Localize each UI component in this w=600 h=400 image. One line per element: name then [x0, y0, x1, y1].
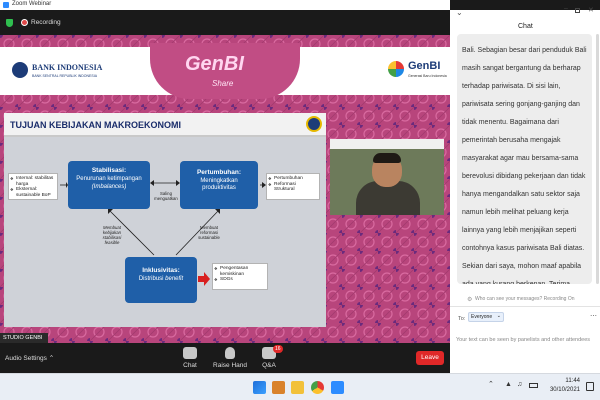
recording-label: Recording — [31, 19, 61, 26]
tray-chevron-icon[interactable]: ⌃ — [488, 380, 494, 388]
arrow-left-list-head — [66, 182, 68, 188]
meeting-controls: Audio Settings ⌃ Chat Raise Hand Q&A 16 … — [0, 343, 450, 373]
chat-title: Chat — [518, 23, 533, 30]
genbi-share-title: GenBI — [185, 53, 244, 75]
chevron-up-icon[interactable]: ⌃ — [49, 355, 54, 362]
arrow-saling-head-right — [176, 180, 180, 186]
clock-date[interactable]: 30/10/2021 — [542, 387, 580, 393]
zoom-app-icon — [3, 2, 9, 8]
recipient-value: Everyone — [471, 314, 493, 320]
windows-start-icon[interactable] — [253, 381, 266, 394]
chat-label: Chat — [183, 362, 197, 369]
raise-hand-button[interactable]: Raise Hand — [210, 347, 250, 369]
recipient-select[interactable]: Everyone ⌄ — [468, 312, 504, 322]
genbi-share-subtitle: Share — [212, 79, 234, 88]
chat-input-placeholder: Your text can be seen by panelists and o… — [456, 337, 591, 343]
bank-indonesia-name: BANK INDONESIA — [32, 63, 103, 72]
to-label: To: — [458, 316, 466, 322]
genbi-logo-subtitle: Generasi Baru Indonesia — [408, 74, 447, 78]
red-arrow — [198, 272, 210, 286]
recording-icon — [21, 19, 28, 26]
audio-settings-button[interactable]: Audio Settings ⌃ — [5, 354, 54, 362]
genbi-logo-text: GenBI — [408, 60, 441, 72]
taskbar: ⌃ ▲ ♫ 11:44 30/10/2021 — [0, 373, 600, 400]
arrow-right-list-head — [262, 182, 266, 188]
meeting-topbar: Recording — [0, 10, 450, 35]
close-icon[interactable]: ✕ — [588, 6, 594, 14]
chat-divider — [450, 306, 600, 307]
wifi-icon[interactable]: ▲ — [505, 381, 512, 388]
window-titlebar: Zoom Webinar — [0, 0, 450, 10]
privacy-info-icon: ⚙ — [467, 297, 473, 303]
chat-input[interactable]: Your text can be seen by panelists and o… — [456, 328, 594, 368]
shield-icon[interactable] — [6, 19, 13, 27]
chat-panel: ⌄ Chat – ✕ Bali. Sebagian besar dari pen… — [450, 5, 600, 373]
leave-button[interactable]: Leave — [416, 351, 444, 365]
chat-scrollbar[interactable] — [596, 34, 599, 284]
window-title: Zoom Webinar — [12, 1, 52, 7]
volume-icon[interactable]: ♫ — [517, 381, 522, 388]
speaker-webcam[interactable] — [330, 139, 444, 215]
chat-button[interactable]: Chat — [170, 347, 210, 369]
raise-hand-label: Raise Hand — [213, 362, 247, 369]
hand-icon — [225, 347, 235, 359]
audio-settings-label: Audio Settings — [5, 355, 47, 362]
arrow-label-right: Membuat reformasi sustainable — [198, 225, 220, 240]
minimize-icon[interactable]: – — [564, 5, 568, 12]
privacy-link[interactable]: Who can see your messages? Recording On — [475, 296, 575, 302]
more-options-icon[interactable]: ⋯ — [590, 312, 597, 320]
studio-label: STUDIO GENBI — [0, 333, 48, 343]
genbi-logo-icon — [388, 61, 404, 77]
maximize-icon[interactable] — [575, 8, 580, 13]
battery-icon[interactable] — [529, 383, 538, 388]
file-explorer-icon[interactable] — [291, 381, 304, 394]
arrow-label-left: Membuat kebijakan stabilisasi feasible — [102, 225, 122, 245]
chrome-icon[interactable] — [311, 381, 324, 394]
qa-badge: 16 — [273, 345, 283, 353]
shared-screen: BANK INDONESIA BANK SENTRAL REPUBLIK IND… — [0, 35, 450, 343]
chat-header-chevron-icon[interactable]: ⌄ — [456, 8, 463, 17]
arrow-label-saling: Saling menguatkan — [154, 191, 178, 201]
chat-message-text: Bali. Sebagian besar dari penduduk Bali … — [462, 47, 587, 284]
chevron-down-icon: ⌄ — [496, 313, 501, 319]
bank-indonesia-logo-icon — [12, 62, 28, 78]
chat-message-bubble: Bali. Sebagian besar dari penduduk Bali … — [457, 34, 592, 284]
clock-time[interactable]: 11:44 — [554, 378, 580, 384]
webcam-header — [330, 139, 444, 149]
slide-arrows — [60, 180, 266, 286]
qa-label: Q&A — [262, 362, 276, 369]
event-banner: BANK INDONESIA BANK SENTRAL REPUBLIK IND… — [0, 43, 450, 99]
presentation-slide: TUJUAN KEBIJAKAN MAKROEKONOMI Stabilisas… — [4, 113, 326, 327]
chat-icon — [183, 347, 197, 359]
speaker-hair — [373, 153, 401, 163]
bank-indonesia-subtitle: BANK SENTRAL REPUBLIK INDONESIA — [32, 74, 98, 78]
arrow-saling-head-left — [150, 180, 154, 186]
zoom-taskbar-icon[interactable] — [331, 381, 344, 394]
presenter-app-icon[interactable] — [272, 381, 285, 394]
notification-icon[interactable] — [586, 382, 594, 391]
